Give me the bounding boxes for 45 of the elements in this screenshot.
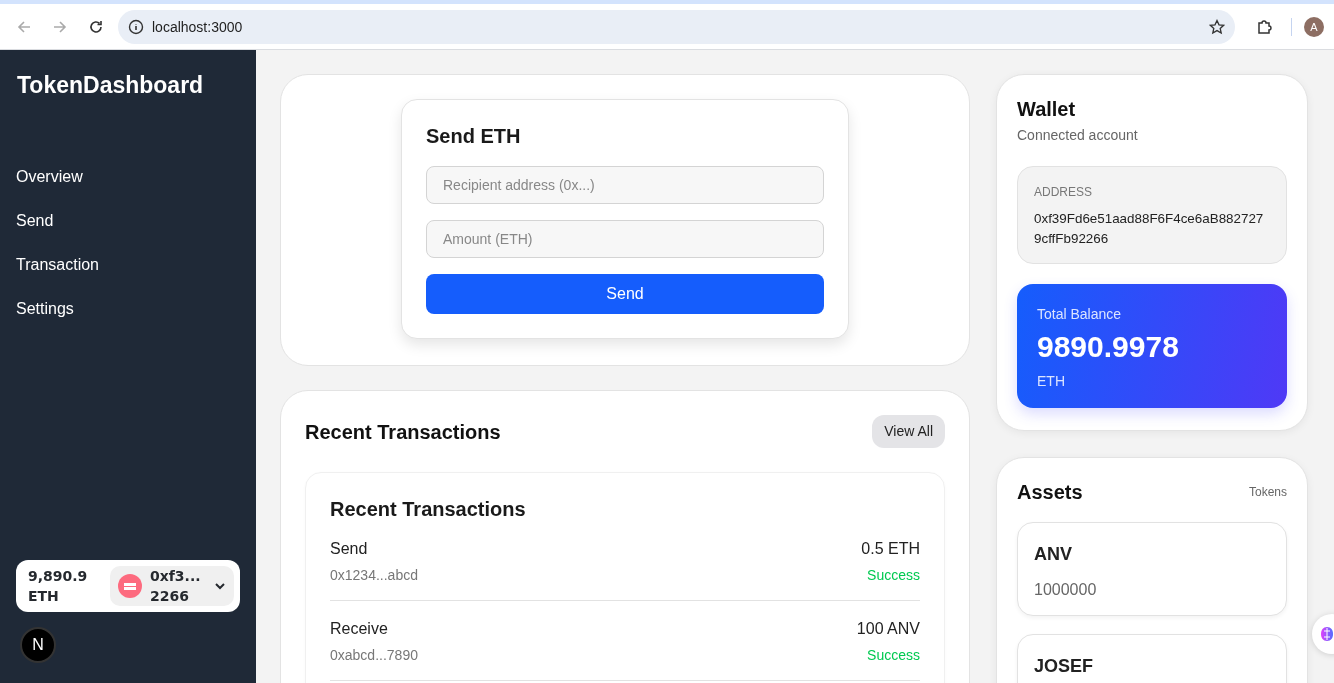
info-icon[interactable] [128, 19, 144, 35]
asset-amount: 1000000 [1034, 580, 1098, 600]
form-title: Send ETH [426, 124, 522, 148]
input-field[interactable]: Amount (ETH) [426, 220, 824, 258]
asset-symbol: ANV [1034, 543, 1073, 566]
asset-symbol: JOSEF [1034, 655, 1095, 678]
bookmark-star-icon[interactable] [1209, 19, 1225, 35]
panel-title: Wallet [1017, 97, 1077, 121]
panel-title: Assets [1017, 480, 1083, 504]
account-avatar-icon [118, 574, 142, 598]
card-title: Recent Transactions [330, 497, 527, 521]
transaction-status: Success [866, 646, 920, 665]
balance-label: Total Balance [1037, 305, 1123, 324]
reload-icon [88, 19, 104, 35]
balance-unit: ETH [1037, 372, 1066, 391]
transaction-type: Receive [330, 619, 389, 639]
profile-avatar[interactable]: A [1304, 17, 1324, 37]
dev-tools-badge[interactable]: N [20, 627, 56, 663]
send-button[interactable]: Send [426, 274, 824, 314]
nav-link[interactable]: Overview [16, 164, 240, 209]
nav-link[interactable]: Send [16, 208, 240, 253]
account-button[interactable]: 0xf3... 2266 [110, 566, 234, 606]
back-arrow-icon [16, 19, 32, 35]
transaction-type: Send [330, 539, 369, 559]
chevron-down-icon [214, 580, 226, 592]
wallet-address: 0xf39Fd6e51aad88F6F4ce6aB8827279cffFb92266 [1034, 210, 1265, 248]
app-brand: TokenDashboard [17, 71, 205, 100]
view-all-button[interactable]: View All [872, 415, 945, 448]
transaction-amount: 100 ANV [856, 619, 920, 639]
nav-link[interactable]: Settings [16, 296, 240, 341]
forward-arrow-icon [52, 19, 68, 35]
transaction-amount: 0.5 ETH [861, 539, 920, 559]
transaction-status: Success [866, 566, 920, 585]
transaction-address: 0x1234...abcd [330, 566, 418, 585]
url-text: localhost:3000 [152, 17, 244, 37]
nav-link[interactable]: Transaction [16, 252, 240, 297]
balance-value: 9890.9978 [1037, 329, 1180, 365]
input-field[interactable]: Recipient address (0x...) [426, 166, 824, 204]
panel-subtitle: Connected account [1017, 126, 1139, 145]
assets-type-label: Tokens [1248, 484, 1287, 501]
wallet-balance: 9,890.9 ETH [27, 567, 89, 606]
address-bar[interactable]: localhost:3000 [118, 10, 1235, 44]
transaction-address: 0xabcd...7890 [330, 646, 418, 665]
address-label: ADDRESS [1034, 184, 1093, 201]
panel-title: Recent Transactions [305, 419, 501, 444]
